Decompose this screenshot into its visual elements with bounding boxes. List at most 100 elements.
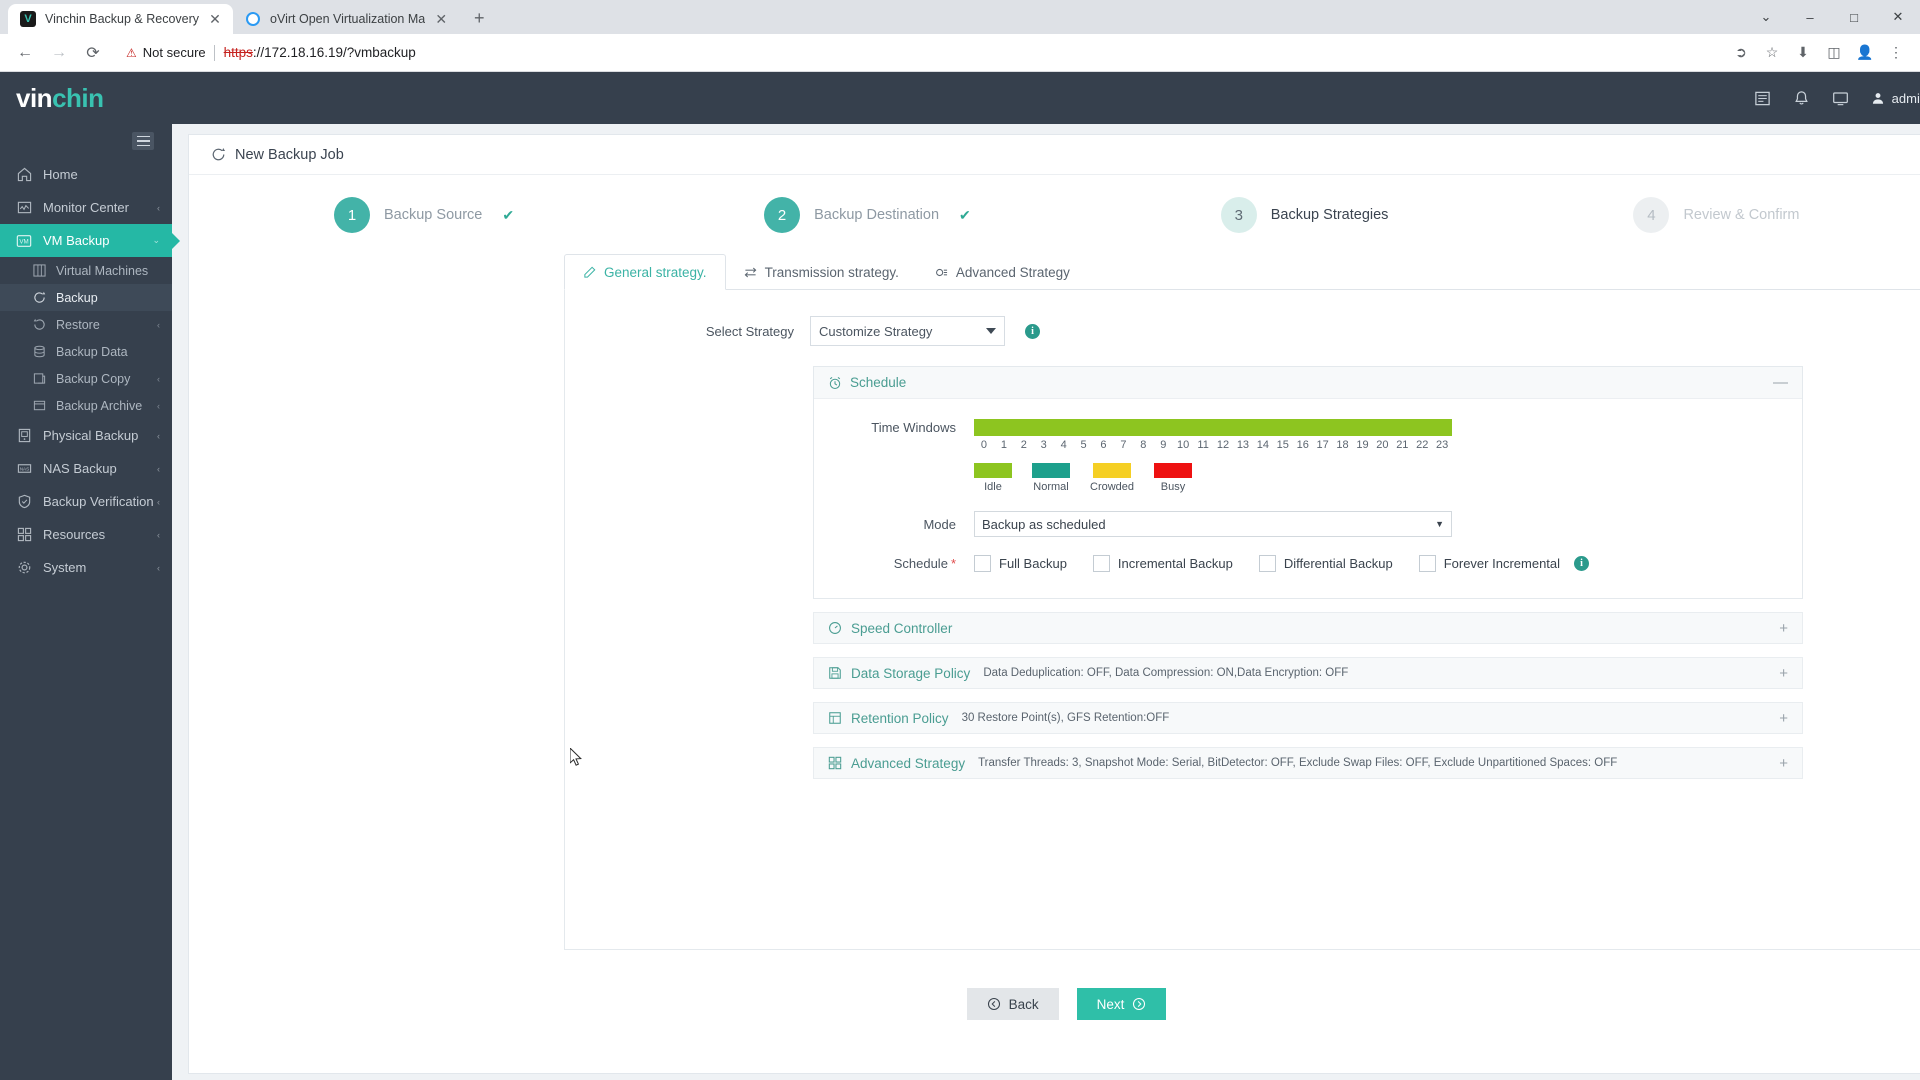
new-backup-job-card: New Backup Job 1 Backup Source ✔ 2 Backu… — [188, 134, 1920, 1074]
section-advanced-strategy[interactable]: Advanced Strategy Transfer Threads: 3, S… — [813, 747, 1803, 779]
hour-label: 9 — [1160, 439, 1167, 451]
step-label: Backup Destination — [814, 207, 940, 223]
section-title: Retention Policy — [851, 710, 949, 726]
checkbox-full-backup[interactable]: Full Backup — [974, 555, 1067, 572]
new-tab-button[interactable]: + — [465, 4, 493, 32]
checkbox-box[interactable] — [1258, 555, 1276, 572]
legend-swatch — [1154, 463, 1193, 478]
grid-blocks-icon — [828, 756, 842, 770]
checkbox-forever-incremental[interactable]: Forever Incremental — [1418, 555, 1560, 572]
close-icon[interactable]: ✕ — [433, 11, 449, 27]
sidebar-item-resources[interactable]: Resources ‹ — [0, 518, 172, 551]
security-status-label: Not secure — [142, 45, 206, 60]
mode-dropdown[interactable]: Backup as scheduled ▼ — [974, 511, 1452, 537]
close-icon[interactable]: ✕ — [207, 11, 223, 27]
expand-icon[interactable]: + — [1779, 755, 1788, 772]
step-label: Backup Strategies — [1270, 207, 1389, 223]
section-speed-controller[interactable]: Speed Controller + — [813, 612, 1803, 644]
minimize-button[interactable]: – — [1788, 0, 1832, 34]
sidebar-item-vm-backup[interactable]: VM VM Backup ⌄ — [0, 224, 172, 257]
chevron-left-icon: ‹ — [157, 373, 160, 384]
tab-advanced-strategy[interactable]: Advanced Strategy — [917, 254, 1088, 290]
select-strategy-dropdown[interactable]: Customize Strategy — [810, 316, 1005, 346]
svg-text:VM: VM — [19, 238, 28, 245]
collapse-icon[interactable]: — — [1773, 374, 1788, 391]
sidebar-subitem-backup[interactable]: Backup — [0, 284, 172, 311]
resources-icon — [14, 527, 34, 542]
bookmark-star-icon[interactable]: ☆ — [1758, 39, 1786, 67]
sidebar-item-monitor-center[interactable]: Monitor Center ‹ — [0, 191, 172, 224]
schedule-section-title: Schedule — [850, 375, 907, 390]
checkbox-differential-backup[interactable]: Differential Backup — [1258, 555, 1393, 572]
section-data-storage-policy[interactable]: Data Storage Policy Data Deduplication: … — [813, 657, 1803, 689]
step-number: 2 — [764, 197, 801, 233]
next-button[interactable]: Next — [1076, 988, 1167, 1020]
document-icon[interactable] — [1754, 90, 1771, 107]
hour-label: 18 — [1336, 439, 1349, 451]
address-bar[interactable]: ⚠ Not secure https ://172.18.16.19/?vmba… — [120, 39, 1716, 67]
checkbox-box[interactable] — [974, 555, 991, 572]
checkbox-box[interactable] — [1418, 555, 1436, 572]
checkbox-box[interactable] — [1092, 555, 1110, 572]
sidebar-subitem-backup-copy[interactable]: Backup Copy ‹ — [0, 365, 172, 392]
sidebar-subitem-backup-data[interactable]: Backup Data — [0, 338, 172, 365]
checkbox-label: Differential Backup — [1283, 556, 1393, 571]
expand-icon[interactable]: + — [1779, 710, 1788, 727]
browser-tab-0[interactable]: V Vinchin Backup & Recovery ✕ — [8, 4, 234, 34]
downloads-icon[interactable]: ⬇ — [1789, 39, 1817, 67]
sidebar-subitem-backup-archive[interactable]: Backup Archive ‹ — [0, 392, 172, 419]
profile-icon[interactable]: 👤 — [1851, 39, 1879, 67]
sidebar-subitem-virtual-machines[interactable]: Virtual Machines — [0, 257, 172, 284]
hour-label: 5 — [1080, 439, 1087, 451]
sidebar-item-backup-verification[interactable]: Backup Verification ‹ — [0, 485, 172, 518]
back-button[interactable]: Back — [966, 988, 1059, 1020]
wizard-step-3[interactable]: 3 Backup Strategies — [1220, 197, 1389, 233]
server-icon — [14, 428, 34, 443]
grid-icon — [30, 264, 48, 277]
wizard-step-2[interactable]: 2 Backup Destination ✔ — [764, 197, 971, 233]
sidebar-item-system[interactable]: System ‹ — [0, 551, 172, 584]
window-close-button[interactable]: ✕ — [1876, 0, 1920, 34]
expand-icon[interactable]: + — [1779, 620, 1788, 637]
window-controls: ⌄ – □ ✕ — [1744, 0, 1920, 34]
sidebar-subitem-restore[interactable]: Restore ‹ — [0, 311, 172, 338]
sidepanel-icon[interactable]: ◫ — [1820, 39, 1848, 67]
schedule-section-header[interactable]: Schedule — — [814, 367, 1802, 399]
tab-general-strategy[interactable]: General strategy. — [564, 254, 726, 290]
user-menu[interactable]: admin ▼ — [1871, 91, 1920, 106]
sidebar-item-home[interactable]: Home — [0, 158, 172, 191]
url-text: ://172.18.16.19/?vmbackup — [252, 45, 416, 60]
vinchin-icon: V — [20, 11, 36, 27]
tab-search-icon[interactable]: ⌄ — [1744, 0, 1788, 34]
app-logo: vinchin — [0, 72, 172, 124]
info-icon[interactable]: i — [1574, 556, 1590, 571]
sidebar-item-label: Resources — [43, 527, 106, 542]
expand-icon[interactable]: + — [1779, 665, 1788, 682]
more-menu-icon[interactable]: ⋮ — [1882, 39, 1910, 67]
reload-icon[interactable]: ⟳ — [78, 38, 108, 68]
back-icon[interactable]: ← — [10, 38, 40, 68]
wizard-step-1[interactable]: 1 Backup Source ✔ — [334, 197, 514, 233]
sidebar-item-nas-backup[interactable]: NAS NAS Backup ‹ — [0, 452, 172, 485]
hour-label: 6 — [1100, 439, 1107, 451]
section-retention-policy[interactable]: Retention Policy 30 Restore Point(s), GF… — [813, 702, 1803, 734]
share-icon[interactable]: ➲ — [1727, 39, 1755, 67]
schedule-types-label: Schedule * — [814, 556, 974, 571]
checkbox-incremental-backup[interactable]: Incremental Backup — [1092, 555, 1233, 572]
time-windows-bar[interactable] — [974, 419, 1452, 436]
bell-icon[interactable] — [1793, 90, 1810, 107]
sidebar-item-label: System — [43, 560, 87, 575]
maximize-button[interactable]: □ — [1832, 0, 1876, 34]
save-disk-icon — [828, 666, 842, 680]
hour-label: 3 — [1040, 439, 1047, 451]
browser-tab-title: Vinchin Backup & Recovery — [45, 12, 200, 26]
legend-swatch — [974, 463, 1012, 478]
browser-tab-1[interactable]: oVirt Open Virtualization Ma ✕ — [233, 4, 460, 34]
forward-icon[interactable]: → — [44, 38, 74, 68]
sidebar-item-physical-backup[interactable]: Physical Backup ‹ — [0, 419, 172, 452]
hamburger-icon[interactable] — [132, 132, 154, 150]
monitor-icon[interactable] — [1832, 90, 1849, 107]
tab-transmission-strategy[interactable]: Transmission strategy. — [726, 254, 917, 290]
tab-label: Advanced Strategy — [955, 264, 1070, 280]
info-icon[interactable]: i — [1025, 323, 1040, 339]
